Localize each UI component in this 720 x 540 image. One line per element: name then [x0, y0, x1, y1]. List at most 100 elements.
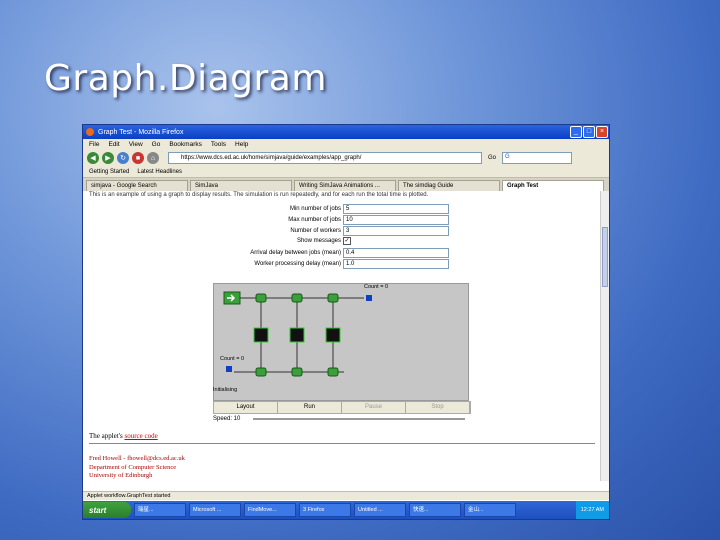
join-entity — [291, 367, 303, 377]
router-entity — [291, 293, 303, 303]
window-title: Graph Test - Mozilla Firefox — [98, 128, 184, 136]
windows-taskbar: start 瑞星... Microsoft ... FindMove... 3 … — [83, 501, 609, 519]
tab-simdiag-guide[interactable]: The simdiag Guide — [398, 180, 500, 191]
menu-view[interactable]: View — [129, 141, 143, 148]
simulation-canvas[interactable]: Count = 0 Count = 0 — [213, 283, 469, 401]
worker-entity — [289, 327, 305, 343]
menu-tools[interactable]: Tools — [211, 141, 226, 148]
join-entity — [327, 367, 339, 377]
browser-statusbar: Applet workflow.GraphTest started — [83, 491, 609, 500]
taskbar-item[interactable]: 金山... — [464, 503, 516, 517]
taskbar-item[interactable]: 瑞星... — [134, 503, 186, 517]
navigation-toolbar: ◀ ▶ ↻ ■ ⌂ https://www.dcs.ed.ac.uk/home/… — [83, 150, 609, 166]
taskbar-item[interactable]: Untitled ... — [354, 503, 406, 517]
minimize-button[interactable]: _ — [570, 126, 582, 138]
menu-edit[interactable]: Edit — [108, 141, 119, 148]
author-univ: University of Edinburgh — [89, 472, 153, 479]
router-entity — [327, 293, 339, 303]
taskbar-item[interactable]: FindMove... — [244, 503, 296, 517]
show-messages-checkbox[interactable]: ✓ — [343, 237, 351, 245]
worker-entity — [253, 327, 269, 343]
bookmark-getting-started[interactable]: Getting Started — [89, 169, 129, 175]
menu-help[interactable]: Help — [235, 141, 248, 148]
form-row-processing-delay: Worker processing delay (mean) 1.0 — [223, 259, 449, 269]
form-label: Arrival delay between jobs (mean) — [250, 250, 341, 256]
run-button[interactable]: Run — [278, 402, 342, 413]
count-top: Count = 0 — [364, 284, 389, 290]
speed-slider[interactable] — [253, 418, 465, 420]
sink-counter-bottom — [226, 366, 232, 372]
scrollbar-thumb[interactable] — [602, 227, 608, 287]
search-input[interactable]: G — [502, 152, 573, 164]
back-icon[interactable]: ◀ — [87, 152, 99, 164]
tab-writing-animations[interactable]: Writing SimJava Animations ... — [294, 180, 396, 191]
processing-delay-field[interactable]: 1.0 — [343, 259, 449, 269]
window-titlebar: Graph Test - Mozilla Firefox _ □ × — [83, 125, 609, 139]
pause-button[interactable]: Pause — [342, 402, 406, 413]
count-bottom: Count = 0 — [220, 356, 245, 362]
divider — [89, 443, 595, 444]
bookmark-latest-headlines[interactable]: Latest Headlines — [137, 169, 182, 175]
tab-simjava[interactable]: SimJava — [190, 180, 292, 191]
slide-title: Graph.Diagram — [44, 58, 327, 99]
home-icon[interactable]: ⌂ — [147, 152, 159, 164]
google-search-icon: G — [505, 154, 510, 160]
max-jobs-field[interactable]: 10 — [343, 215, 449, 225]
form-row-min-jobs: Min number of jobs 5 — [223, 204, 449, 214]
router-entity — [255, 293, 267, 303]
tab-graph-test[interactable]: Graph Test — [502, 180, 604, 191]
menu-bookmarks[interactable]: Bookmarks — [169, 141, 202, 148]
speed-label: Speed: 10 — [213, 416, 241, 422]
close-button[interactable]: × — [596, 126, 608, 138]
taskbar-item[interactable]: Microsoft ... — [189, 503, 241, 517]
form-label: Min number of jobs — [289, 206, 341, 212]
form-row-arrival-delay: Arrival delay between jobs (mean) 0.4 — [223, 248, 449, 258]
layout-button[interactable]: Layout — [214, 402, 278, 413]
form-label: Number of workers — [290, 228, 341, 234]
reload-icon[interactable]: ↻ — [117, 152, 129, 164]
workers-select[interactable]: 3 — [343, 226, 449, 236]
go-button[interactable]: Go — [488, 155, 496, 161]
simulation-status: Initialising — [213, 387, 238, 393]
tab-google-search[interactable]: simjava - Google Search — [86, 180, 188, 191]
url-input[interactable]: https://www.dcs.ed.ac.uk/home/simjava/gu… — [168, 152, 482, 164]
stop-button[interactable]: Stop — [406, 402, 470, 413]
min-jobs-field[interactable]: 5 — [343, 204, 449, 214]
menu-bar: File Edit View Go Bookmarks Tools Help — [83, 139, 609, 150]
source-code-line: The applet's source code — [89, 432, 158, 440]
stop-icon[interactable]: ■ — [132, 152, 144, 164]
speed-control: Speed: 10 — [213, 414, 469, 424]
simulation-controls: Layout Run Pause Stop — [213, 401, 471, 414]
author-name[interactable]: Fred Howell - fhowell@dcs.ed.ac.uk — [89, 455, 185, 464]
taskbar-item[interactable]: 3 Firefox — [299, 503, 351, 517]
system-tray-clock: 12:27 AM — [575, 501, 609, 519]
form-row-workers: Number of workers 3 — [223, 226, 449, 236]
form-label: Show messages — [296, 238, 341, 244]
join-entity — [255, 367, 267, 377]
source-prefix: The applet's — [89, 432, 125, 440]
page-intro: This is an example of using a graph to d… — [89, 192, 429, 198]
simulation-diagram — [223, 291, 372, 377]
author-dept: Department of Computer Science — [89, 463, 177, 471]
menu-file[interactable]: File — [89, 141, 99, 148]
maximize-button[interactable]: □ — [583, 126, 595, 138]
bookmarks-toolbar: Getting Started Latest Headlines — [83, 166, 609, 178]
arrival-delay-field[interactable]: 0.4 — [343, 248, 449, 258]
browser-screenshot: Graph Test - Mozilla Firefox _ □ × File … — [82, 124, 610, 520]
menu-go[interactable]: Go — [152, 141, 161, 148]
source-code-link[interactable]: source code — [124, 432, 157, 440]
form-label: Max number of jobs — [288, 217, 341, 223]
worker-entity — [325, 327, 341, 343]
firefox-icon — [86, 128, 94, 136]
taskbar-item[interactable]: 快速... — [409, 503, 461, 517]
sink-counter-top — [366, 295, 372, 301]
form-row-max-jobs: Max number of jobs 10 — [223, 215, 449, 225]
form-row-show-messages: Show messages ✓ — [223, 237, 351, 245]
page-scrollbar[interactable] — [600, 191, 609, 481]
form-label: Worker processing delay (mean) — [254, 261, 341, 267]
author-info: Fred Howell - fhowell@dcs.ed.ac.uk Depar… — [89, 455, 185, 481]
page-content: This is an example of using a graph to d… — [83, 191, 601, 491]
start-button[interactable]: start — [83, 502, 131, 518]
forward-icon[interactable]: ▶ — [102, 152, 114, 164]
tab-strip: simjava - Google Search SimJava Writing … — [83, 178, 609, 191]
